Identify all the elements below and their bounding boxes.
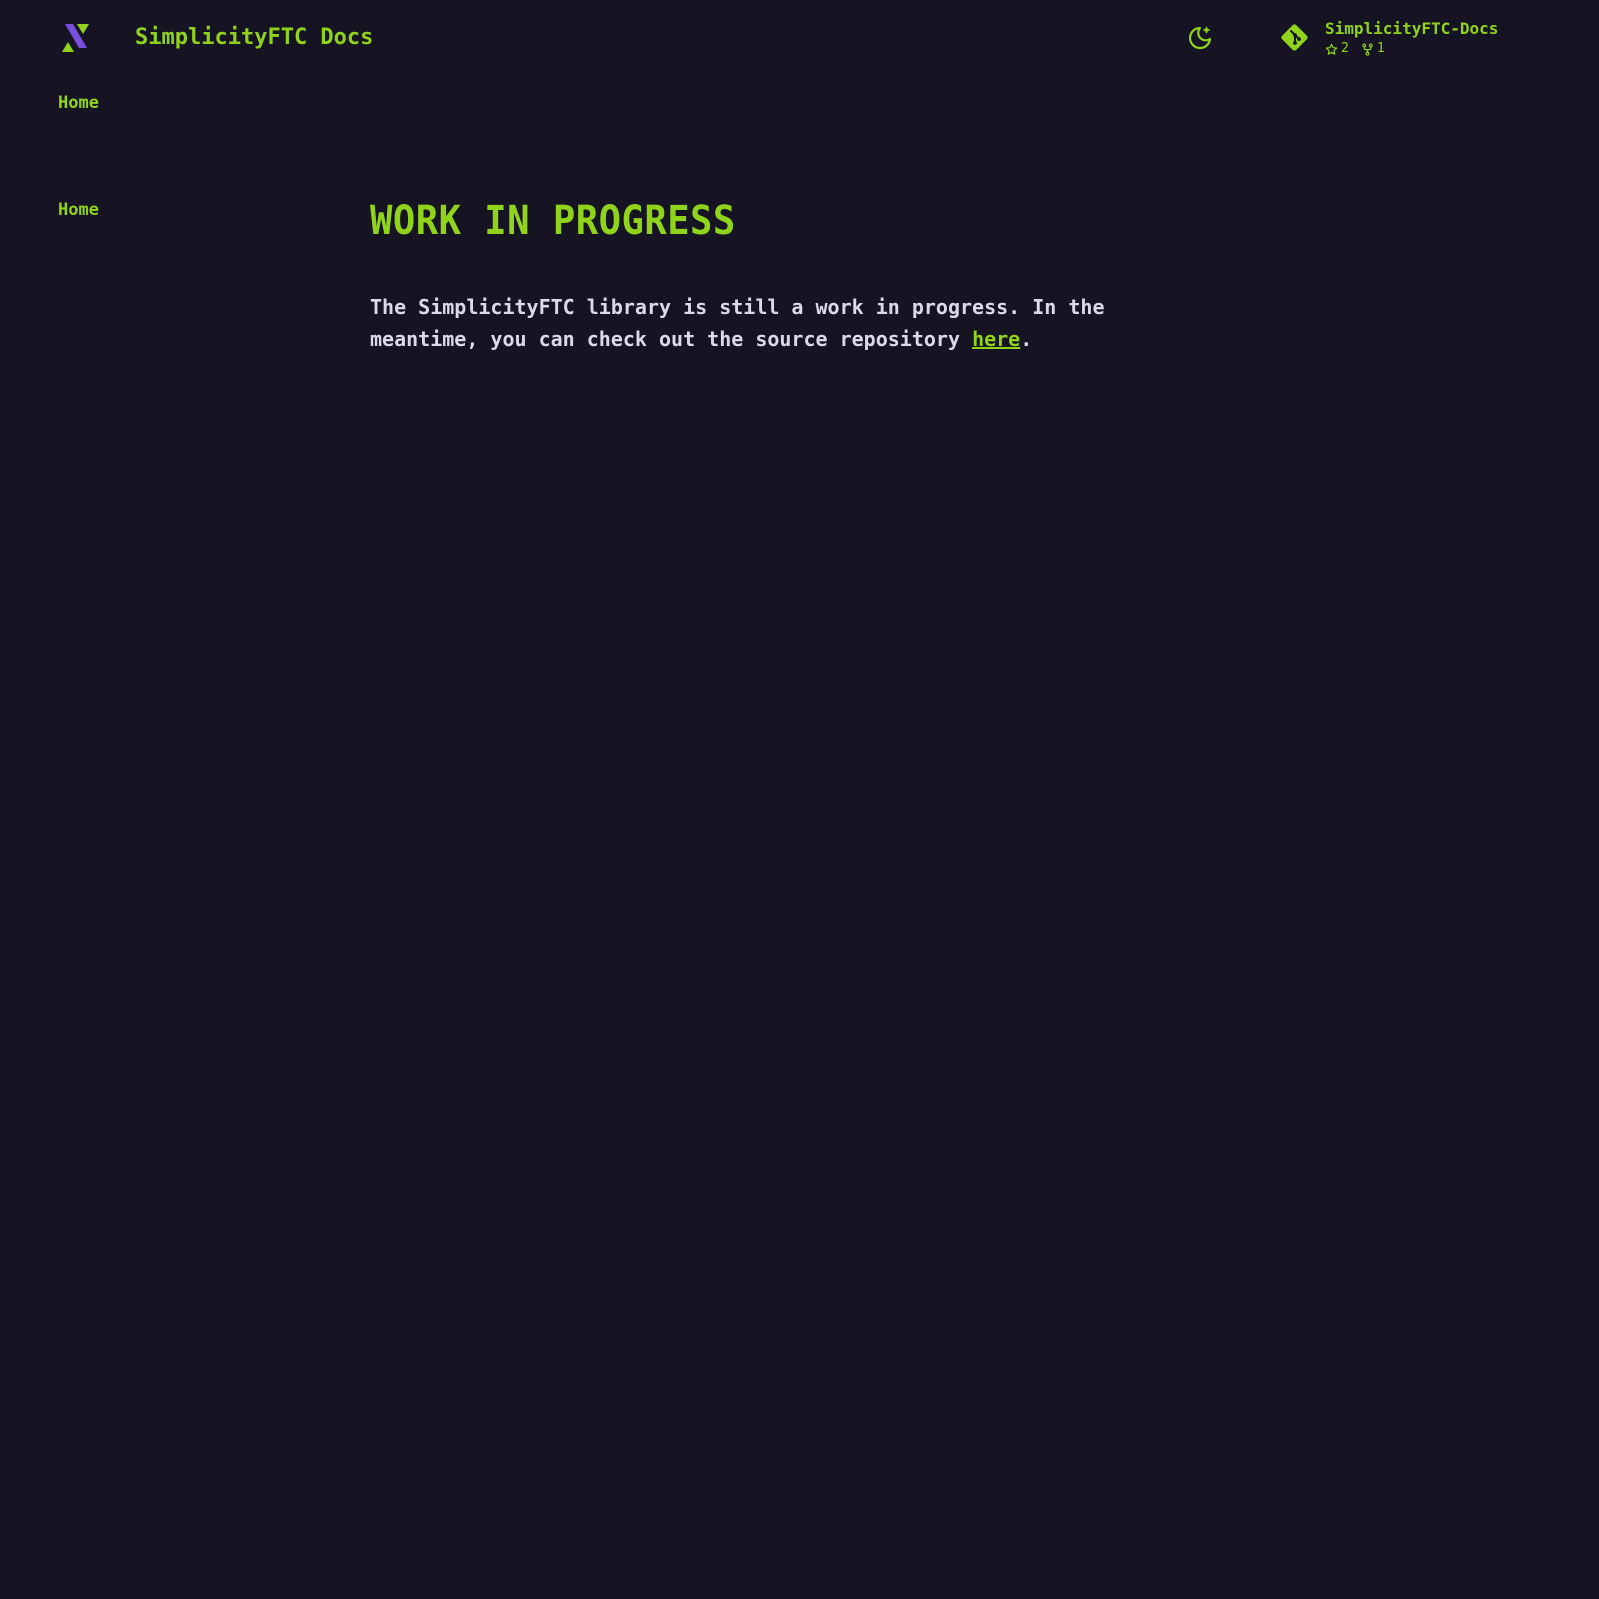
- forks-count: 1: [1376, 41, 1385, 56]
- site-title[interactable]: SimplicityFTC Docs: [135, 24, 373, 52]
- moon-star-icon: [1188, 26, 1212, 50]
- source-repository-link[interactable]: here: [972, 327, 1020, 351]
- theme-toggle-button[interactable]: [1185, 23, 1215, 53]
- intro-paragraph: The SimplicityFTC library is still a wor…: [370, 291, 1150, 355]
- repository-name: SimplicityFTC-Docs: [1325, 19, 1499, 38]
- repository-stars: 2: [1325, 41, 1349, 57]
- logo-link[interactable]: [59, 22, 93, 54]
- repository-facts: 2 1: [1325, 41, 1397, 57]
- main-content: WORK IN PROGRESS The SimplicityFTC libra…: [370, 195, 1150, 355]
- star-icon: [1325, 43, 1338, 55]
- repository-forks: 1: [1361, 41, 1385, 57]
- simplicityftc-logo-icon: [62, 24, 89, 52]
- git-icon: [1281, 24, 1308, 51]
- stars-count: 2: [1341, 41, 1349, 56]
- header: SimplicityFTC Docs SimplicityFTC-Docs 2 …: [0, 0, 1599, 78]
- paragraph-end: .: [1020, 327, 1033, 351]
- tab-home[interactable]: Home: [58, 92, 99, 114]
- page: SimplicityFTC Docs SimplicityFTC-Docs 2 …: [0, 0, 1599, 1599]
- sidebar-item-home[interactable]: Home: [58, 199, 99, 221]
- repository-link[interactable]: SimplicityFTC-Docs 2 1: [1280, 19, 1540, 59]
- page-title: WORK IN PROGRESS: [370, 198, 736, 244]
- fork-icon: [1362, 42, 1373, 56]
